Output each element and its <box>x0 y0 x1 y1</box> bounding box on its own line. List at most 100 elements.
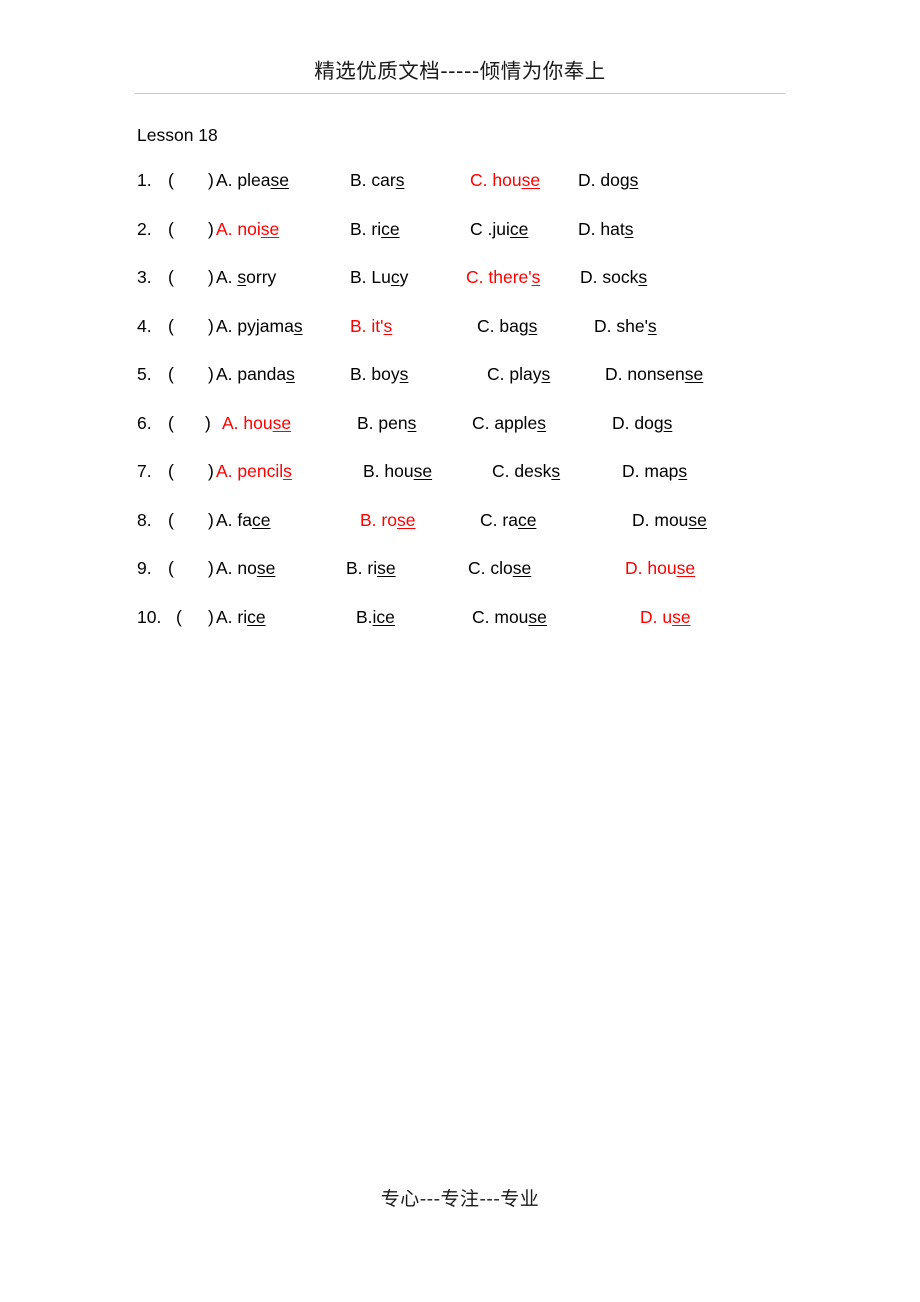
question-number: 4. <box>137 315 152 336</box>
option-text-plain: C. there' <box>466 267 532 287</box>
option-text-plain: C .jui <box>470 218 510 239</box>
question-list: 1.() A. please B. cars C. house D. dogs 2.() A… <box>0 168 920 653</box>
answer-blank-open-paren: ( <box>168 412 174 433</box>
option-c[interactable]: C .juice <box>470 217 528 241</box>
question-number: 7. <box>137 461 152 481</box>
option-text-plain: B. pen <box>357 412 408 433</box>
option-c[interactable]: C. plays <box>487 362 550 386</box>
option-c[interactable]: C. bags <box>477 314 537 338</box>
option-d[interactable]: D. mouse <box>632 508 707 532</box>
option-b[interactable]: B. rice <box>350 217 400 241</box>
option-c[interactable]: C. close <box>468 556 531 580</box>
option-b[interactable]: B. house <box>363 459 432 483</box>
option-a[interactable]: A. sorry <box>216 265 276 289</box>
question-row: 7.() A. pencils B. house C. desks D. maps <box>0 459 920 508</box>
answer-blank-close-paren: ) <box>208 218 214 239</box>
option-c[interactable]: C. apples <box>472 411 546 435</box>
option-text-plain: D. dog <box>612 412 664 433</box>
option-text-plain: A. pyjama <box>216 315 294 336</box>
option-b[interactable]: B. it's <box>350 314 392 338</box>
option-a[interactable]: A. pencils <box>216 459 292 483</box>
option-text-tail: orry <box>246 267 277 287</box>
question-row: 4.() A. pyjamas B. it's C. bags D. she's <box>0 314 920 363</box>
option-a[interactable]: A. pyjamas <box>216 314 303 338</box>
question-row: 5.() A. pandas B. boys C. plays D. nonsense <box>0 362 920 411</box>
option-text-plain: A. pencil <box>216 461 284 481</box>
question-number: 2. <box>137 218 152 239</box>
question-row: 2.() A. noise B. rice C .juice D. hats <box>0 217 920 266</box>
answer-blank-open-paren: ( <box>168 170 174 190</box>
option-text-underlined: se <box>528 606 547 627</box>
question-row: 3.() A. sorry B. Lucy C. there's D. socks <box>0 265 920 314</box>
option-b[interactable]: B.ice <box>356 605 395 629</box>
option-text-underlined: s <box>528 315 538 336</box>
option-d[interactable]: D. house <box>625 556 695 580</box>
option-d[interactable]: D. maps <box>622 459 687 483</box>
option-d[interactable]: D. hats <box>578 217 633 241</box>
page-footer-text: 专心---专注---专业 <box>380 1188 540 1210</box>
question-number: 6. <box>137 412 152 433</box>
option-c[interactable]: C. race <box>480 508 536 532</box>
answer-blank-open-paren: ( <box>168 461 174 481</box>
option-b[interactable]: B. boys <box>350 362 408 386</box>
header-divider <box>135 93 785 94</box>
question-number: 3. <box>137 267 152 287</box>
option-text-underlined: se <box>272 412 292 433</box>
option-text-plain: D. she' <box>594 315 648 336</box>
option-text-underlined: ice <box>372 606 395 627</box>
option-text-plain: B. Lu <box>350 267 391 287</box>
question-row: 10.() A. rice B.ice C. mouse D. use <box>0 605 920 654</box>
option-a[interactable]: A. please <box>216 168 289 192</box>
option-text-plain: C. apple <box>472 412 538 433</box>
answer-blank-close-paren: ) <box>208 170 214 190</box>
option-text-underlined: s <box>678 461 688 481</box>
answer-blank-close-paren: ) <box>208 315 214 336</box>
option-d[interactable]: D. she's <box>594 314 657 338</box>
option-a[interactable]: A. face <box>216 508 270 532</box>
option-text-underlined: se <box>377 558 396 578</box>
option-a[interactable]: A. pandas <box>216 362 295 386</box>
option-c[interactable]: C. mouse <box>472 605 547 629</box>
option-text-plain: C. desk <box>492 461 552 481</box>
page-header: 精选优质文档-----倾情为你奉上 <box>135 58 785 102</box>
option-text-plain: B. car <box>350 170 396 190</box>
answer-blank-open-paren: ( <box>176 606 182 627</box>
option-d[interactable]: D. socks <box>580 265 647 289</box>
answer-blank-close-paren: ) <box>208 558 214 578</box>
option-c[interactable]: C. desks <box>492 459 560 483</box>
option-text-plain: D. map <box>622 461 679 481</box>
option-a[interactable]: A. noise <box>216 217 279 241</box>
option-text-plain: D. nonsen <box>605 364 685 384</box>
option-c[interactable]: C. house <box>470 168 540 192</box>
option-b[interactable]: B. cars <box>350 168 404 192</box>
option-a[interactable]: A. nose <box>216 556 275 580</box>
option-text-underlined: se <box>676 558 696 578</box>
option-d[interactable]: D. use <box>640 605 691 629</box>
option-text-plain: C. hou <box>470 170 522 190</box>
option-a[interactable]: A. house <box>222 411 291 435</box>
option-text-plain: C. play <box>487 364 542 384</box>
option-text-underlined: ce <box>252 509 271 530</box>
option-text-underlined: s <box>663 412 673 433</box>
answer-blank-close-paren: ) <box>205 412 211 433</box>
option-text-plain: B. ri <box>346 558 378 578</box>
option-text-plain: B. hou <box>363 461 414 481</box>
answer-blank-close-paren: ) <box>208 267 214 287</box>
option-text-plain: D. hat <box>578 218 625 239</box>
option-text-tail: y <box>399 267 409 287</box>
option-c[interactable]: C. there's <box>466 265 540 289</box>
option-d[interactable]: D. dogs <box>578 168 638 192</box>
option-text-plain: B. it' <box>350 315 384 336</box>
option-b[interactable]: B. rose <box>360 508 415 532</box>
option-text-plain: A. ri <box>216 606 248 627</box>
answer-blank-open-paren: ( <box>168 364 174 384</box>
option-b[interactable]: B. rise <box>346 556 396 580</box>
option-d[interactable]: D. dogs <box>612 411 672 435</box>
option-b[interactable]: B. Lucy <box>350 265 408 289</box>
option-b[interactable]: B. pens <box>357 411 416 435</box>
option-text-plain: C. clo <box>468 558 513 578</box>
option-d[interactable]: D. nonsense <box>605 362 703 386</box>
answer-blank-close-paren: ) <box>208 364 214 384</box>
option-a[interactable]: A. rice <box>216 605 266 629</box>
option-text-plain: D. mou <box>632 509 689 530</box>
